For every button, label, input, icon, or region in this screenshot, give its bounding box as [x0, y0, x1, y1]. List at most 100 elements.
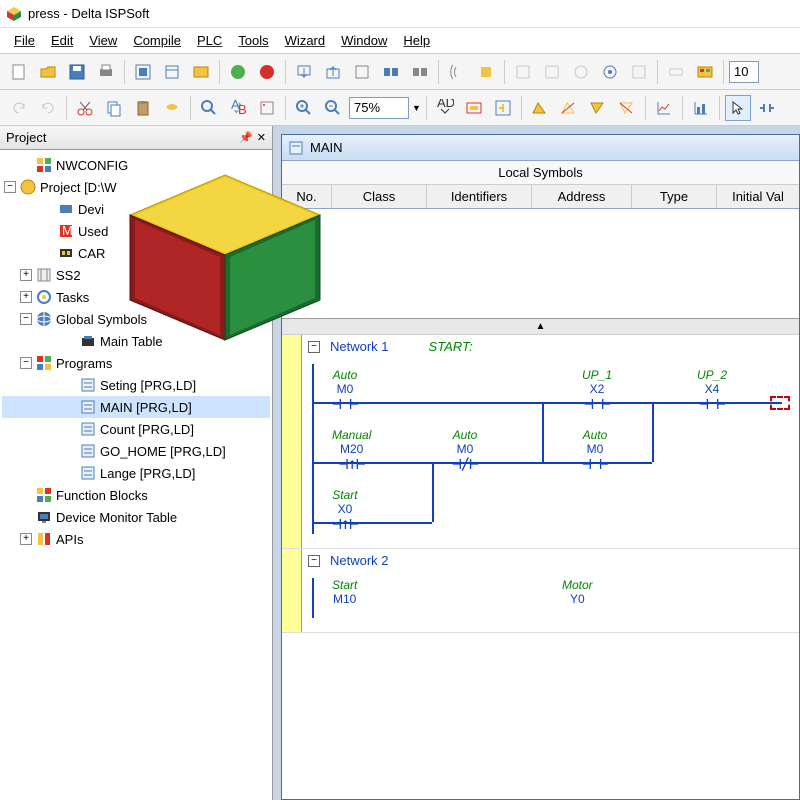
toolbar-btn-16[interactable]: [473, 59, 499, 85]
tree-program-main[interactable]: MAIN [PRG,LD]: [2, 396, 270, 418]
toolbar-btn-21[interactable]: [626, 59, 652, 85]
contact-nc[interactable]: AutoM0⊣/⊢: [452, 428, 478, 472]
col-class[interactable]: Class: [332, 185, 427, 208]
contact[interactable]: StartM10: [332, 578, 357, 606]
cut-icon[interactable]: [72, 95, 98, 121]
menu-window[interactable]: Window: [335, 31, 393, 50]
pin-icon[interactable]: 📌: [239, 131, 253, 144]
tree-used[interactable]: M Used: [2, 220, 270, 242]
find-icon[interactable]: [196, 95, 222, 121]
zoom-in-icon[interactable]: [291, 95, 317, 121]
col-type[interactable]: Type: [632, 185, 717, 208]
menu-compile[interactable]: Compile: [127, 31, 187, 50]
col-no[interactable]: No.: [282, 185, 332, 208]
chart-icon[interactable]: [651, 95, 677, 121]
zoom-level-input[interactable]: [349, 97, 409, 119]
dropdown-icon[interactable]: ▼: [412, 103, 421, 113]
contact[interactable]: UP_1X2⊣ ⊢: [582, 368, 612, 412]
selection-box[interactable]: [770, 396, 790, 410]
download-icon[interactable]: [291, 59, 317, 85]
expander-icon[interactable]: −: [4, 181, 16, 193]
toolbar2-btn-14[interactable]: [490, 95, 516, 121]
addr-icon[interactable]: ADDR: [432, 95, 458, 121]
save-icon[interactable]: [64, 59, 90, 85]
toolbar-btn-14[interactable]: [407, 59, 433, 85]
tree-function-blocks[interactable]: Function Blocks: [2, 484, 270, 506]
toolbar2-btn-13[interactable]: [461, 95, 487, 121]
toolbar-btn-13[interactable]: [378, 59, 404, 85]
expander-icon[interactable]: −: [20, 357, 32, 369]
contact[interactable]: UP_2X4⊣ ⊢: [697, 368, 727, 412]
menu-plc[interactable]: PLC: [191, 31, 228, 50]
zoom-out-icon[interactable]: [320, 95, 346, 121]
tree-programs[interactable]: − Programs: [2, 352, 270, 374]
tree-apis[interactable]: + APIs: [2, 528, 270, 550]
tree-program-lange[interactable]: Lange [PRG,LD]: [2, 462, 270, 484]
tree-program-seting[interactable]: Seting [PRG,LD]: [2, 374, 270, 396]
toolbar-btn-7[interactable]: [188, 59, 214, 85]
replace-icon[interactable]: AB: [225, 95, 251, 121]
tree-program-gohome[interactable]: GO_HOME [PRG,LD]: [2, 440, 270, 462]
expander-icon[interactable]: +: [20, 291, 32, 303]
chart2-icon[interactable]: [688, 95, 714, 121]
menu-help[interactable]: Help: [397, 31, 436, 50]
tree-device[interactable]: Devi: [2, 198, 270, 220]
toolbar-btn-18[interactable]: [539, 59, 565, 85]
tree-device-monitor[interactable]: Device Monitor Table: [2, 506, 270, 528]
coil[interactable]: MotorY0: [562, 578, 593, 606]
col-initial[interactable]: Initial Val: [717, 185, 799, 208]
goto-icon[interactable]: [254, 95, 280, 121]
delete-icon[interactable]: [159, 95, 185, 121]
tree-main-table[interactable]: Main Table: [2, 330, 270, 352]
expander-icon[interactable]: +: [20, 533, 32, 545]
toolbar2-btn-17[interactable]: [585, 95, 611, 121]
toolbar2-btn-16[interactable]: [556, 95, 582, 121]
pointer-icon[interactable]: [725, 95, 751, 121]
toolbar-btn-22[interactable]: [663, 59, 689, 85]
toolbar-btn-17[interactable]: [510, 59, 536, 85]
stop-icon[interactable]: [254, 59, 280, 85]
toolbar2-btn-18[interactable]: [614, 95, 640, 121]
ladder-area[interactable]: − Network 1 START: AutoM0⊣ ⊢ UP_1X2⊣ ⊢: [282, 335, 799, 799]
tree-car[interactable]: CAR: [2, 242, 270, 264]
io-number-input[interactable]: [729, 61, 759, 83]
contact[interactable]: AutoM0⊣ ⊢: [332, 368, 358, 412]
collapse-icon[interactable]: −: [308, 555, 320, 567]
symbols-body[interactable]: [282, 209, 799, 319]
toolbar-btn-15[interactable]: [444, 59, 470, 85]
menu-file[interactable]: File: [8, 31, 41, 50]
tree-ss2[interactable]: + SS2: [2, 264, 270, 286]
toolbar-btn-5[interactable]: [130, 59, 156, 85]
toolbar-btn-23[interactable]: [692, 59, 718, 85]
col-identifiers[interactable]: Identifiers: [427, 185, 532, 208]
collapse-icon[interactable]: −: [308, 341, 320, 353]
col-address[interactable]: Address: [532, 185, 632, 208]
tree-program-count[interactable]: Count [PRG,LD]: [2, 418, 270, 440]
contact-rising[interactable]: ManualM20⊣↑⊢: [332, 428, 371, 472]
menu-tools[interactable]: Tools: [232, 31, 274, 50]
contact-rising[interactable]: StartX0⊣↑⊢: [332, 488, 358, 532]
menu-view[interactable]: View: [83, 31, 123, 50]
toolbar-btn-12[interactable]: [349, 59, 375, 85]
run-icon[interactable]: [225, 59, 251, 85]
contact[interactable]: AutoM0⊣ ⊢: [582, 428, 608, 472]
expander-icon[interactable]: +: [20, 269, 32, 281]
paste-icon[interactable]: [130, 95, 156, 121]
upload-icon[interactable]: [320, 59, 346, 85]
tree-tasks[interactable]: + Tasks: [2, 286, 270, 308]
toolbar-btn-6[interactable]: [159, 59, 185, 85]
toolbar2-btn-15[interactable]: [527, 95, 553, 121]
print-icon[interactable]: [93, 59, 119, 85]
tree-nwconfig[interactable]: NWCONFIG: [2, 154, 270, 176]
copy-icon[interactable]: [101, 95, 127, 121]
new-icon[interactable]: [6, 59, 32, 85]
tree-global-symbols[interactable]: − Global Symbols: [2, 308, 270, 330]
expander-icon[interactable]: −: [20, 313, 32, 325]
scroll-up-icon[interactable]: ▲: [282, 319, 799, 335]
toolbar-btn-20[interactable]: [597, 59, 623, 85]
menu-edit[interactable]: Edit: [45, 31, 79, 50]
tree-project[interactable]: − Project [D:\W: [2, 176, 270, 198]
open-icon[interactable]: [35, 59, 61, 85]
redo-icon[interactable]: [35, 95, 61, 121]
contact-no-icon[interactable]: [754, 95, 780, 121]
